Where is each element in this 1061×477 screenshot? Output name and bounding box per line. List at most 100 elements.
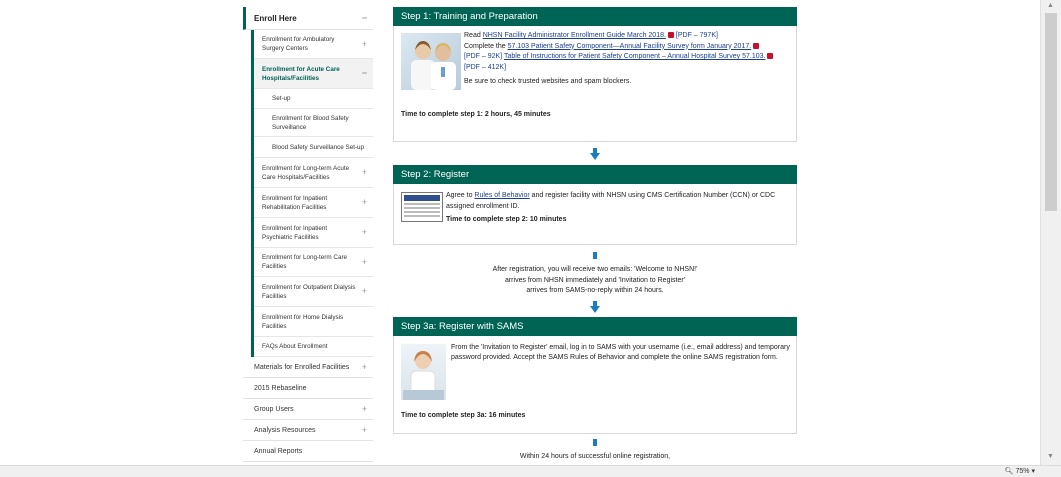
scrollbar-thumb[interactable]	[1045, 13, 1057, 211]
step2-text: Agree to Rules of Behavior and register …	[446, 191, 791, 226]
sidebar-item-label: Enroll Here	[254, 13, 297, 23]
sidebar-item-ltach[interactable]: Enrollment for Long-term Acute Care Hosp…	[254, 158, 373, 188]
expand-icon[interactable]: +	[357, 257, 367, 267]
expand-icon[interactable]: +	[357, 198, 367, 207]
sidebar-item-setup[interactable]: Set-up	[254, 89, 373, 109]
sidebar-item-rebaseline[interactable]: 2015 Rebaseline	[243, 378, 373, 399]
step3a-body: From the 'Invitation to Register' email,…	[451, 343, 790, 362]
sidebar-item-label: Enrollment for Long-term Care Facilities	[262, 254, 348, 270]
sidebar-item-psych[interactable]: Enrollment for Inpatient Psychiatric Fac…	[254, 218, 373, 248]
step2-heading: Step 2: Register	[393, 165, 797, 184]
expand-icon[interactable]: +	[357, 228, 367, 237]
after-registration-note: After registration, you will receive two…	[393, 265, 797, 297]
main-content: Step 1: Training and Preparation Read NH…	[393, 7, 797, 462]
sidebar-item-label: Enrollment for Home Dialysis Facilities	[262, 313, 344, 330]
magnifier-icon: 🔍︎	[1004, 468, 1014, 475]
rules-of-behavior-link[interactable]: Rules of Behavior	[474, 192, 529, 199]
step1-time: Time to complete step 1: 2 hours, 45 min…	[401, 111, 551, 118]
sidebar-item-label: Enrollment for Acute Care Hospitals/Faci…	[262, 65, 340, 82]
sidebar-item-label: Enrollment for Inpatient Rehabilitation …	[262, 194, 328, 211]
step1-panel: Read NHSN Facility Administrator Enrollm…	[393, 26, 797, 142]
nurse-illustration	[403, 350, 444, 400]
doctors-photo	[401, 33, 461, 90]
step3a-panel: From the 'Invitation to Register' email,…	[393, 335, 797, 434]
sidebar-item-blood-safety[interactable]: Enrollment for Blood Safety Surveillance	[254, 109, 373, 137]
sidebar-item-acute-care[interactable]: Enrollment for Acute Care Hospitals/Faci…	[254, 59, 373, 89]
sidebar-item-label: Enrollment for Long-term Acute Care Hosp…	[262, 164, 350, 181]
sidebar-submenu-acute-care: Set-up Enrollment for Blood Safety Surve…	[254, 89, 373, 158]
sidebar-item-label: Blood Safety Surveillance Set-up	[272, 143, 365, 151]
sidebar-item-faqs[interactable]: FAQs About Enrollment	[254, 337, 373, 357]
sidebar-item-blood-safety-setup[interactable]: Blood Safety Surveillance Set-up	[254, 137, 373, 158]
after-registration-line: arrives from SAMS-no-reply within 24 hou…	[526, 287, 664, 294]
sidebar-item-ambulatory[interactable]: Enrollment for Ambulatory Surgery Center…	[254, 30, 373, 59]
zoom-control[interactable]: 🔍︎ 75% ▾	[1004, 467, 1035, 476]
expand-icon[interactable]: +	[357, 287, 367, 296]
pdf-size-label: [PDF – 412K]	[464, 63, 507, 71]
enrollment-guide-link[interactable]: NHSN Facility Administrator Enrollment G…	[483, 32, 666, 39]
step1-text: Read NHSN Facility Administrator Enrollm…	[464, 31, 794, 88]
sidebar-submenu: Enrollment for Ambulatory Surgery Center…	[251, 30, 373, 357]
read-label: Read	[464, 32, 481, 39]
sidebar-item-materials[interactable]: Materials for Enrolled Facilities +	[243, 357, 373, 378]
pdf-size-label: [PDF – 797K]	[675, 32, 718, 39]
pdf-icon	[767, 53, 774, 60]
sidebar-nav: Enroll Here − Enrollment for Ambulatory …	[243, 7, 373, 462]
agree-to-label: Agree to	[446, 192, 473, 199]
zoom-level: 75%	[1015, 467, 1030, 475]
sidebar-item-label: Enrollment for Outpatient Dialysis Facil…	[262, 283, 356, 300]
after-registration-line: After registration, you will receive two…	[492, 266, 698, 273]
instructions-table-link[interactable]: Table of Instructions for Patient Safety…	[504, 53, 766, 60]
expand-icon[interactable]: +	[362, 425, 367, 435]
step2-time: Time to complete step 2: 10 minutes	[446, 216, 567, 223]
pdf-icon	[753, 42, 760, 49]
expand-icon[interactable]: +	[362, 404, 367, 414]
sidebar-item-analysis-resources[interactable]: Analysis Resources +	[243, 420, 373, 441]
sidebar-item-label: Analysis Resources	[254, 426, 316, 434]
scroll-down-icon[interactable]: ▼	[1047, 453, 1054, 460]
collapse-icon[interactable]: −	[362, 13, 367, 23]
annual-survey-form-link[interactable]: 57.103 Patient Safety Component—Annual F…	[508, 43, 752, 50]
expand-icon[interactable]: +	[357, 39, 367, 49]
rules-document-thumbnail	[401, 192, 443, 222]
sidebar-item-rehab[interactable]: Enrollment for Inpatient Rehabilitation …	[254, 188, 373, 218]
connector-icon	[393, 434, 797, 452]
doctors-illustration	[411, 41, 456, 90]
sidebar-item-ltc[interactable]: Enrollment for Long-term Care Facilities…	[254, 248, 373, 277]
down-arrow-icon	[393, 142, 797, 165]
step1-heading: Step 1: Training and Preparation	[393, 7, 797, 26]
sidebar-item-label: Enrollment for Ambulatory Surgery Center…	[262, 36, 335, 52]
after-registration-line: arrives from NHSN immediately and 'Invit…	[504, 276, 686, 284]
expand-icon[interactable]: +	[362, 362, 367, 372]
step3a-heading: Step 3a: Register with SAMS	[393, 316, 797, 336]
expand-icon[interactable]: +	[357, 168, 367, 177]
collapse-icon[interactable]: −	[357, 69, 367, 78]
sidebar-item-group-users[interactable]: Group Users +	[243, 399, 373, 420]
pdf-icon	[667, 32, 674, 39]
step2-panel: Agree to Rules of Behavior and register …	[393, 184, 797, 245]
sidebar-item-enroll-here[interactable]: Enroll Here −	[243, 7, 373, 30]
browser-viewport: Enroll Here − Enrollment for Ambulatory …	[0, 0, 1040, 465]
sidebar-item-label: Annual Reports	[254, 447, 303, 455]
scroll-up-icon[interactable]: ▲	[1047, 2, 1054, 9]
vertical-scrollbar[interactable]: ▲ ▼	[1040, 0, 1061, 465]
sidebar-item-label: Set-up	[272, 95, 291, 102]
spam-note: Be sure to check trusted websites and sp…	[464, 78, 632, 85]
nurse-photo	[401, 343, 446, 400]
sidebar-item-home-dialysis[interactable]: Enrollment for Home Dialysis Facilities	[254, 307, 373, 337]
chevron-down-icon[interactable]: ▾	[1031, 467, 1035, 475]
sidebar-item-label: Enrollment for Blood Safety Surveillance	[272, 114, 349, 131]
sidebar-item-label: Materials for Enrolled Facilities	[254, 363, 350, 371]
browser-status-bar: 🔍︎ 75% ▾	[0, 465, 1061, 477]
down-arrow-icon	[393, 297, 797, 317]
pdf-size-label: [PDF – 92K]	[464, 53, 503, 60]
sidebar-item-annual-reports[interactable]: Annual Reports	[243, 441, 373, 462]
sidebar-item-outpatient-dialysis[interactable]: Enrollment for Outpatient Dialysis Facil…	[254, 277, 373, 307]
sidebar-item-label: 2015 Rebaseline	[254, 384, 307, 392]
sidebar-item-label: Group Users	[254, 405, 294, 413]
sidebar-item-label: FAQs About Enrollment	[262, 343, 328, 350]
bottom-note: Within 24 hours of successful online reg…	[519, 452, 671, 460]
sidebar-item-label: Enrollment for Inpatient Psychiatric Fac…	[262, 224, 328, 241]
step3a-time: Time to complete step 3a: 16 minutes	[401, 411, 526, 419]
connector-icon	[393, 245, 797, 265]
